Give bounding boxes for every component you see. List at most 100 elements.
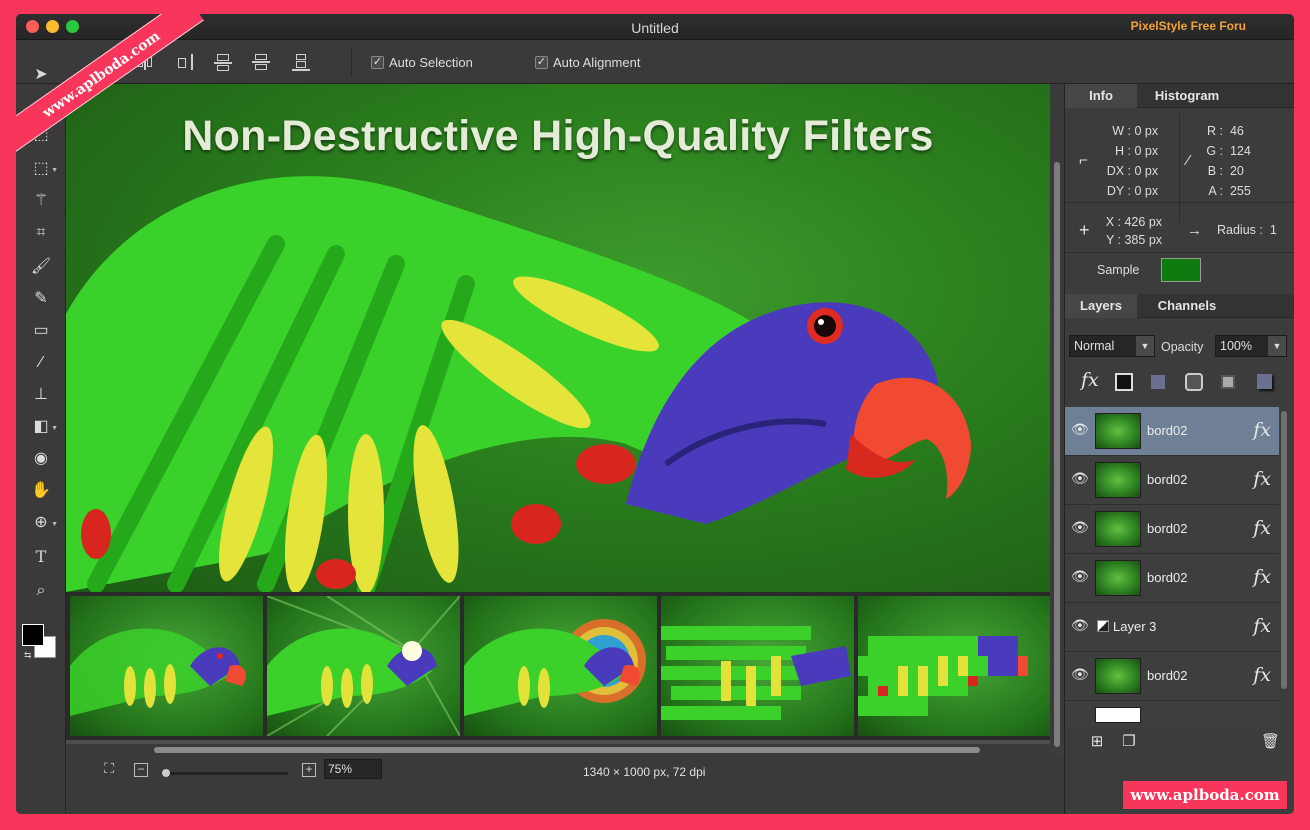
red-eye-tool-icon[interactable]: ◉ xyxy=(26,446,56,472)
duplicate-layer-icon[interactable]: ❐ xyxy=(1121,734,1137,750)
layer-row[interactable]: 👁 bord02 fx xyxy=(1065,456,1279,505)
horizontal-scroll-thumb[interactable] xyxy=(154,747,980,753)
layer-fx-icon[interactable]: fx xyxy=(1253,664,1271,686)
info-w: W : 0 px xyxy=(1112,124,1159,138)
info-radius: Radius : 1 xyxy=(1217,223,1277,237)
brand-label: PixelStyle Free Foru xyxy=(1130,19,1246,33)
vertical-scrollbar[interactable] xyxy=(1050,84,1064,747)
eyedropper-tool-icon[interactable]: ⁄ xyxy=(26,350,56,376)
style-gray-square-icon[interactable] xyxy=(1221,375,1235,389)
info-divider xyxy=(1179,114,1180,222)
opacity-value: 100% xyxy=(1220,339,1252,353)
layer-row[interactable]: 👁 bord02 fx xyxy=(1065,554,1279,603)
vertical-scroll-thumb[interactable] xyxy=(1054,162,1060,747)
fit-screen-icon[interactable]: ⛶ xyxy=(102,761,116,777)
info-r: R : 46 xyxy=(1207,124,1244,138)
style-blue-square-icon[interactable] xyxy=(1151,375,1165,389)
reset-colors-icon[interactable]: ⇆ xyxy=(24,650,32,661)
align-right-icon[interactable] xyxy=(176,52,194,72)
toolbar-divider xyxy=(351,48,352,76)
zoom-in-icon[interactable]: + xyxy=(302,763,316,777)
stamp-tool-icon[interactable]: ⊥ xyxy=(26,382,56,408)
align-middle-icon[interactable] xyxy=(252,52,270,72)
visibility-eye-icon[interactable]: 👁 xyxy=(1071,470,1089,487)
layer-fx-icon[interactable]: fx xyxy=(1253,615,1271,637)
filter-thumbnail-shear[interactable] xyxy=(661,596,854,736)
visibility-eye-icon[interactable]: 👁 xyxy=(1071,666,1089,683)
auto-alignment-checkbox[interactable]: ✓ xyxy=(535,56,548,69)
align-bottom-icon[interactable] xyxy=(292,52,310,72)
trash-icon[interactable]: 🗑 xyxy=(1261,734,1280,750)
marquee-tool-icon[interactable]: ⬚ ▼ xyxy=(26,156,58,182)
search-tool-icon[interactable]: ⌕ xyxy=(26,578,56,604)
info-dx: DX : 0 px xyxy=(1106,164,1159,178)
layer-fx-icon[interactable]: fx xyxy=(1253,566,1271,588)
zoom-level-field[interactable]: 75% xyxy=(324,759,382,779)
chevron-down-icon: ▼ xyxy=(1268,336,1286,356)
zoom-slider[interactable] xyxy=(162,769,288,777)
style-shadow-square-icon[interactable] xyxy=(1257,374,1272,389)
auto-alignment-option[interactable]: ✓ Auto Alignment xyxy=(535,55,640,70)
paint-bucket-tool-icon[interactable]: ◧ ▼ xyxy=(26,414,58,440)
layers-scrollbar[interactable] xyxy=(1281,411,1287,689)
visibility-eye-icon[interactable]: 👁 xyxy=(1071,617,1089,634)
zoom-tool-icon[interactable]: ⊕ ▼ xyxy=(26,510,58,536)
pencil-tool-icon[interactable]: ✎ xyxy=(26,286,56,312)
tab-info[interactable]: Info xyxy=(1065,84,1137,108)
visibility-eye-icon[interactable]: 👁 xyxy=(1071,568,1089,585)
tab-histogram[interactable]: Histogram xyxy=(1143,84,1231,108)
layer-row[interactable]: 👁 bord02 fx xyxy=(1065,407,1279,456)
filter-thumbnail-radial-burst[interactable] xyxy=(267,596,460,736)
style-black-frame-icon[interactable] xyxy=(1115,373,1133,391)
style-rounded-frame-icon[interactable] xyxy=(1185,373,1203,391)
layer-row[interactable]: 👁 bord02 fx xyxy=(1065,505,1279,554)
blend-mode-select[interactable]: Normal ▼ xyxy=(1069,335,1155,357)
layer-name: bord02 xyxy=(1147,423,1188,438)
opacity-select[interactable]: 100% ▼ xyxy=(1215,335,1287,357)
move-tool-icon[interactable]: ➤ xyxy=(26,62,56,88)
align-top-icon[interactable] xyxy=(214,52,232,72)
layer-row[interactable]: 👁 Layer 3 fx xyxy=(1065,603,1279,652)
tab-layers[interactable]: Layers xyxy=(1065,294,1137,318)
auto-selection-option[interactable]: ✓ Auto Selection xyxy=(371,55,473,70)
info-g: G : 124 xyxy=(1206,144,1251,158)
auto-selection-checkbox[interactable]: ✓ xyxy=(371,56,384,69)
info-y: Y : 385 px xyxy=(1105,233,1163,247)
filter-thumbnail-pixelate[interactable] xyxy=(858,596,1051,736)
visibility-eye-icon[interactable]: 👁 xyxy=(1071,519,1089,536)
foreground-color[interactable] xyxy=(22,624,44,646)
eraser-tool-icon[interactable]: ▭ xyxy=(26,318,56,344)
crop-tool-icon[interactable]: ⌗ xyxy=(26,220,56,246)
info-divider-2 xyxy=(1065,202,1294,203)
filter-thumbnail-color-halo[interactable] xyxy=(464,596,657,736)
brush-tool-icon[interactable]: 🖌 xyxy=(26,254,56,280)
info-x: X : 426 px xyxy=(1105,215,1163,229)
layer-name: bord02 xyxy=(1147,668,1188,683)
layer-fx-icon[interactable]: fx xyxy=(1253,419,1271,441)
visibility-eye-icon[interactable]: 👁 xyxy=(1071,421,1089,438)
tab-channels[interactable]: Channels xyxy=(1143,294,1231,318)
layer-fx-icon[interactable]: fx xyxy=(1253,468,1271,490)
horizontal-scrollbar[interactable] xyxy=(66,744,1050,756)
document-info: 1340 × 1000 px, 72 dpi xyxy=(583,765,706,779)
new-layer-icon[interactable]: ⊞ xyxy=(1089,734,1105,750)
sample-label: Sample xyxy=(1097,263,1140,277)
text-tool-icon[interactable]: T xyxy=(26,544,56,570)
radius-icon: → xyxy=(1187,222,1202,239)
info-b: B : 20 xyxy=(1207,164,1244,178)
layer-row[interactable]: 👁 bord02 fx xyxy=(1065,652,1279,701)
parrot-image[interactable]: Non-Destructive High-Quality Filters xyxy=(66,84,1050,592)
color-swatches[interactable]: ⇆ xyxy=(22,624,62,664)
canvas-area[interactable]: Non-Destructive High-Quality Filters xyxy=(66,84,1051,744)
layer-row-partial[interactable] xyxy=(1065,701,1279,727)
canvas-headline: Non-Destructive High-Quality Filters xyxy=(182,112,934,160)
fx-effects-icon[interactable]: fx xyxy=(1081,369,1099,391)
crosshair-icon: + xyxy=(1079,220,1090,240)
layer-fx-icon[interactable]: fx xyxy=(1253,517,1271,539)
info-divider-3 xyxy=(1065,252,1294,253)
hand-tool-icon[interactable]: ✋ xyxy=(26,478,56,504)
zoom-out-icon[interactable]: − xyxy=(134,763,148,777)
magic-wand-tool-icon[interactable]: ⚚ xyxy=(26,188,56,214)
filter-thumbnail-motion-blur[interactable] xyxy=(70,596,263,736)
zoom-slider-knob[interactable] xyxy=(162,769,170,777)
